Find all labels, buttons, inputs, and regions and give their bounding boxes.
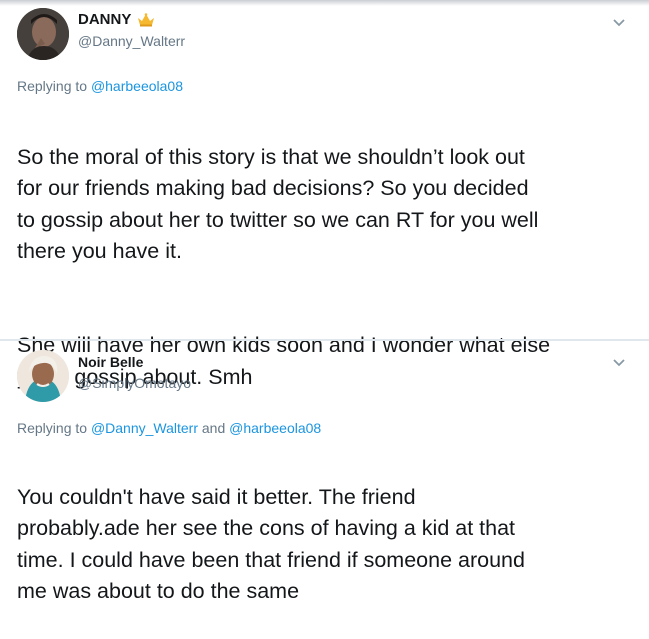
avatar[interactable]: [17, 350, 69, 402]
tweet-card-danny[interactable]: DANNY @Danny_Walterr Replying to @harbee…: [0, 0, 649, 389]
tweet-body: You couldn't have said it better. The fr…: [17, 450, 637, 639]
chevron-down-icon[interactable]: [612, 17, 626, 27]
replying-to: Replying to @harbeeola08: [17, 78, 183, 94]
display-name[interactable]: DANNY: [78, 11, 131, 28]
replying-prefix: Replying to: [17, 78, 88, 94]
replying-joiner: and: [201, 420, 226, 436]
display-name[interactable]: Noir Belle: [78, 354, 143, 370]
tweet-paragraph: You couldn't have said it better. The fr…: [17, 484, 525, 604]
mention-link[interactable]: @harbeeola08: [91, 78, 183, 94]
avatar[interactable]: [17, 8, 69, 60]
mention-link[interactable]: @Danny_Walterr: [91, 420, 198, 436]
avatar-photo-icon: [17, 8, 69, 60]
crown-icon: [138, 12, 155, 26]
tweet-paragraph: So the moral of this story is that we sh…: [17, 144, 539, 264]
tweet-card-noir-belle[interactable]: Noir Belle @SimplyOmotayo Replying to @D…: [0, 340, 649, 603]
mention-link[interactable]: @harbeeola08: [229, 420, 321, 436]
avatar-photo-icon: [17, 350, 69, 402]
chevron-down-icon[interactable]: [612, 357, 626, 367]
replying-prefix: Replying to: [17, 420, 88, 436]
replying-to: Replying to @Danny_Walterr and @harbeeol…: [17, 420, 321, 436]
user-handle[interactable]: @SimplyOmotayo: [78, 375, 191, 391]
user-handle[interactable]: @Danny_Walterr: [78, 33, 185, 49]
